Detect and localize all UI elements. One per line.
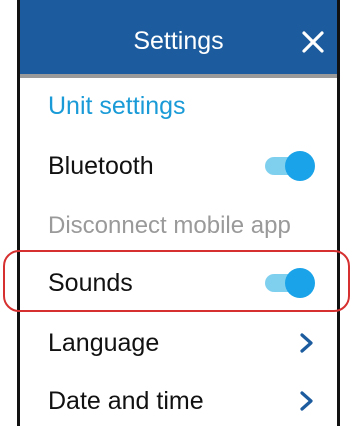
section-title: Unit settings [48,92,186,120]
chevron-right-icon[interactable] [295,332,317,354]
bluetooth-toggle[interactable] [259,151,315,181]
header-divider [20,74,337,78]
settings-screen: Settings Unit settings Bluetooth Disconn… [17,0,340,426]
menu-item-date-and-time[interactable]: Date and time [20,376,337,426]
menu-item-disconnect-mobile-app: Disconnect mobile app [20,201,337,251]
menu-item-label: Disconnect mobile app [48,212,291,239]
toggle-knob [285,268,315,298]
menu-item-label: Language [48,329,160,357]
close-button[interactable] [295,24,331,60]
page-title: Settings [133,27,224,55]
sounds-toggle[interactable] [259,268,315,298]
menu-item-language[interactable]: Language [20,318,337,368]
section-unit-settings: Unit settings [20,81,337,131]
menu-item-label: Sounds [48,269,133,297]
menu-item-label: Date and time [48,387,204,415]
menu-item-bluetooth[interactable]: Bluetooth [20,141,337,191]
menu-item-sounds[interactable]: Sounds [20,258,337,308]
menu-item-label: Bluetooth [48,152,154,180]
toggle-knob [285,151,315,181]
close-icon [302,31,324,53]
chevron-right-icon[interactable] [295,390,317,412]
header-bar: Settings [20,0,337,74]
